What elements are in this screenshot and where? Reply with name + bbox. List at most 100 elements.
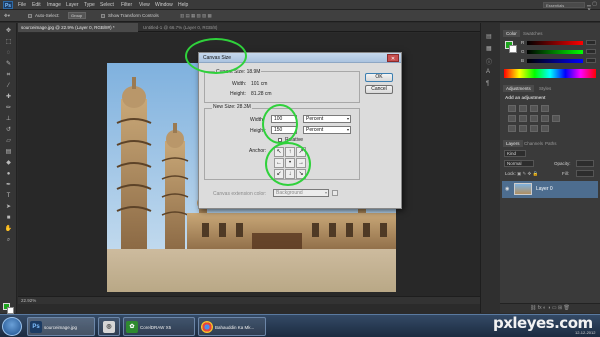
zoom-level[interactable]: 22.92%	[21, 298, 36, 303]
opacity-field[interactable]	[576, 160, 594, 167]
workspace-select[interactable]: Essentials	[543, 2, 585, 8]
menu-layer[interactable]: Layer	[66, 2, 79, 8]
layer-row[interactable]: ◉ Layer 0	[502, 181, 598, 198]
exposure-icon[interactable]	[541, 105, 549, 112]
layer-name[interactable]: Layer 0	[536, 186, 553, 192]
menu-help[interactable]: Help	[178, 2, 188, 8]
cancel-button[interactable]: Cancel	[365, 85, 393, 94]
tab-untitled[interactable]: Untitled-1 @ 66.7% (Layer 0, RGB/8)	[140, 23, 230, 32]
zoom-tool-icon[interactable]: ⌕	[4, 236, 13, 245]
extension-color-select[interactable]: Background ▾	[273, 189, 329, 197]
menu-select[interactable]: Select	[100, 2, 114, 8]
tab-layers[interactable]: Layers	[503, 140, 523, 147]
height-unit-select[interactable]: Percent ▾	[303, 126, 351, 134]
blend-mode-select[interactable]: Normal	[504, 160, 534, 167]
green-value-field[interactable]	[586, 49, 596, 54]
type-tool-icon[interactable]: T	[4, 192, 13, 201]
move-tool-icon[interactable]: ✥	[4, 27, 13, 36]
menu-filter[interactable]: Filter	[121, 2, 132, 8]
show-transform-checkbox[interactable]	[101, 14, 105, 18]
extension-color-swatch[interactable]	[332, 190, 338, 196]
pen-tool-icon[interactable]: ✒	[4, 181, 13, 190]
tab-adjustments[interactable]: Adjustments	[503, 85, 534, 92]
dodge-tool-icon[interactable]: ●	[4, 170, 13, 179]
history-brush-icon[interactable]: ↺	[4, 126, 13, 135]
hand-tool-icon[interactable]: ✋	[4, 225, 13, 234]
menu-edit[interactable]: Edit	[32, 2, 41, 8]
blue-slider[interactable]	[527, 59, 583, 63]
tab-paths[interactable]: Paths	[542, 140, 560, 147]
start-button[interactable]	[2, 317, 22, 336]
posterize-icon[interactable]	[519, 125, 527, 132]
gradient-map-icon[interactable]	[541, 125, 549, 132]
auto-select-group-select[interactable]: Group	[68, 12, 86, 19]
blur-tool-icon[interactable]: ◆	[4, 159, 13, 168]
align-icons[interactable]: ▥ ▤ ▦ ▧ ▨ ▩	[180, 13, 212, 19]
history-icon[interactable]: ▤	[486, 33, 496, 41]
lock-label: Lock:	[505, 171, 516, 176]
close-icon[interactable]: ✕	[387, 54, 399, 62]
auto-select-checkbox[interactable]	[28, 14, 32, 18]
current-width-value: 101 cm	[251, 81, 268, 87]
paragraph-icon[interactable]: ¶	[486, 81, 496, 89]
red-value-field[interactable]	[586, 40, 596, 45]
layer-bottom-actions[interactable]: ⛓ fx ◐ ◑ ▭ ⊞ 🗑	[500, 303, 600, 313]
healing-tool-icon[interactable]: ✚	[4, 93, 13, 102]
menu-file[interactable]: File	[18, 2, 26, 8]
properties-icon[interactable]: ▦	[486, 45, 496, 53]
photo-filter-icon[interactable]	[552, 115, 560, 122]
crop-tool-icon[interactable]: ⌗	[4, 71, 13, 80]
move-tool-icon[interactable]: ✥▾	[4, 13, 10, 19]
shape-tool-icon[interactable]: ■	[4, 214, 13, 223]
brightness-icon[interactable]	[508, 105, 516, 112]
task-photoshop[interactable]: Ps sourceimage.jpg	[27, 317, 95, 336]
menu-view[interactable]: View	[139, 2, 150, 8]
fill-field[interactable]	[576, 170, 594, 177]
red-slider[interactable]	[527, 41, 583, 45]
layer-filter-kind[interactable]: Kind	[504, 150, 526, 157]
green-slider[interactable]	[527, 50, 583, 54]
curves-icon[interactable]	[530, 105, 538, 112]
tab-swatches[interactable]: Swatches	[520, 30, 546, 37]
width-unit-select[interactable]: Percent ▾	[303, 115, 351, 123]
gradient-tool-icon[interactable]: ▤	[4, 148, 13, 157]
eyedropper-tool-icon[interactable]: ⁄	[4, 82, 13, 91]
menu-type[interactable]: Type	[84, 2, 95, 8]
stamp-tool-icon[interactable]: ⊥	[4, 115, 13, 124]
task-app[interactable]: ◎	[98, 317, 120, 336]
path-select-tool-icon[interactable]: ➤	[4, 203, 13, 212]
color-background-swatch[interactable]	[509, 45, 517, 53]
task-coreldraw[interactable]: ✿ CorelDRAW X5	[123, 317, 195, 336]
eraser-tool-icon[interactable]: ▱	[4, 137, 13, 146]
info-icon[interactable]: ⓘ	[486, 57, 496, 66]
background-color-swatch[interactable]	[7, 307, 14, 314]
chrome-icon	[201, 321, 213, 333]
quick-select-tool-icon[interactable]: ✎	[4, 60, 13, 69]
levels-icon[interactable]	[519, 105, 527, 112]
tab-sourceimage[interactable]: sourceimage.jpg @ 22.9% (Layer 0, RGB/8#…	[18, 23, 138, 32]
character-icon[interactable]: A	[486, 69, 496, 77]
lasso-tool-icon[interactable]: ◌	[4, 49, 13, 58]
tab-color[interactable]: Color	[503, 30, 520, 37]
window-controls[interactable]: ▁ ▢ ✕	[587, 1, 599, 13]
color-spectrum[interactable]	[504, 69, 596, 78]
color-balance-icon[interactable]	[530, 115, 538, 122]
marquee-tool-icon[interactable]: ⬚	[4, 38, 13, 47]
status-bar: 22.92%	[18, 296, 480, 304]
task-chrome[interactable]: Bahauddin Ka Mk...	[198, 317, 266, 336]
visibility-eye-icon[interactable]: ◉	[505, 186, 509, 192]
canvas-size-dialog: Canvas Size ✕ Current Size: 18.9M Width:…	[198, 52, 402, 209]
hue-saturation-icon[interactable]	[519, 115, 527, 122]
black-white-icon[interactable]	[541, 115, 549, 122]
blue-value-field[interactable]	[586, 58, 596, 63]
invert-icon[interactable]	[508, 125, 516, 132]
brush-tool-icon[interactable]: ✏	[4, 104, 13, 113]
ok-button[interactable]: OK	[365, 73, 393, 82]
tab-styles[interactable]: Styles	[536, 85, 554, 92]
coreldraw-icon: ✿	[126, 321, 138, 333]
menu-window[interactable]: Window	[155, 2, 173, 8]
menu-image[interactable]: Image	[47, 2, 61, 8]
vibrance-icon[interactable]	[508, 115, 516, 122]
threshold-icon[interactable]	[530, 125, 538, 132]
lock-icons[interactable]: ▣ ✎ ✥ 🔒	[517, 171, 538, 177]
